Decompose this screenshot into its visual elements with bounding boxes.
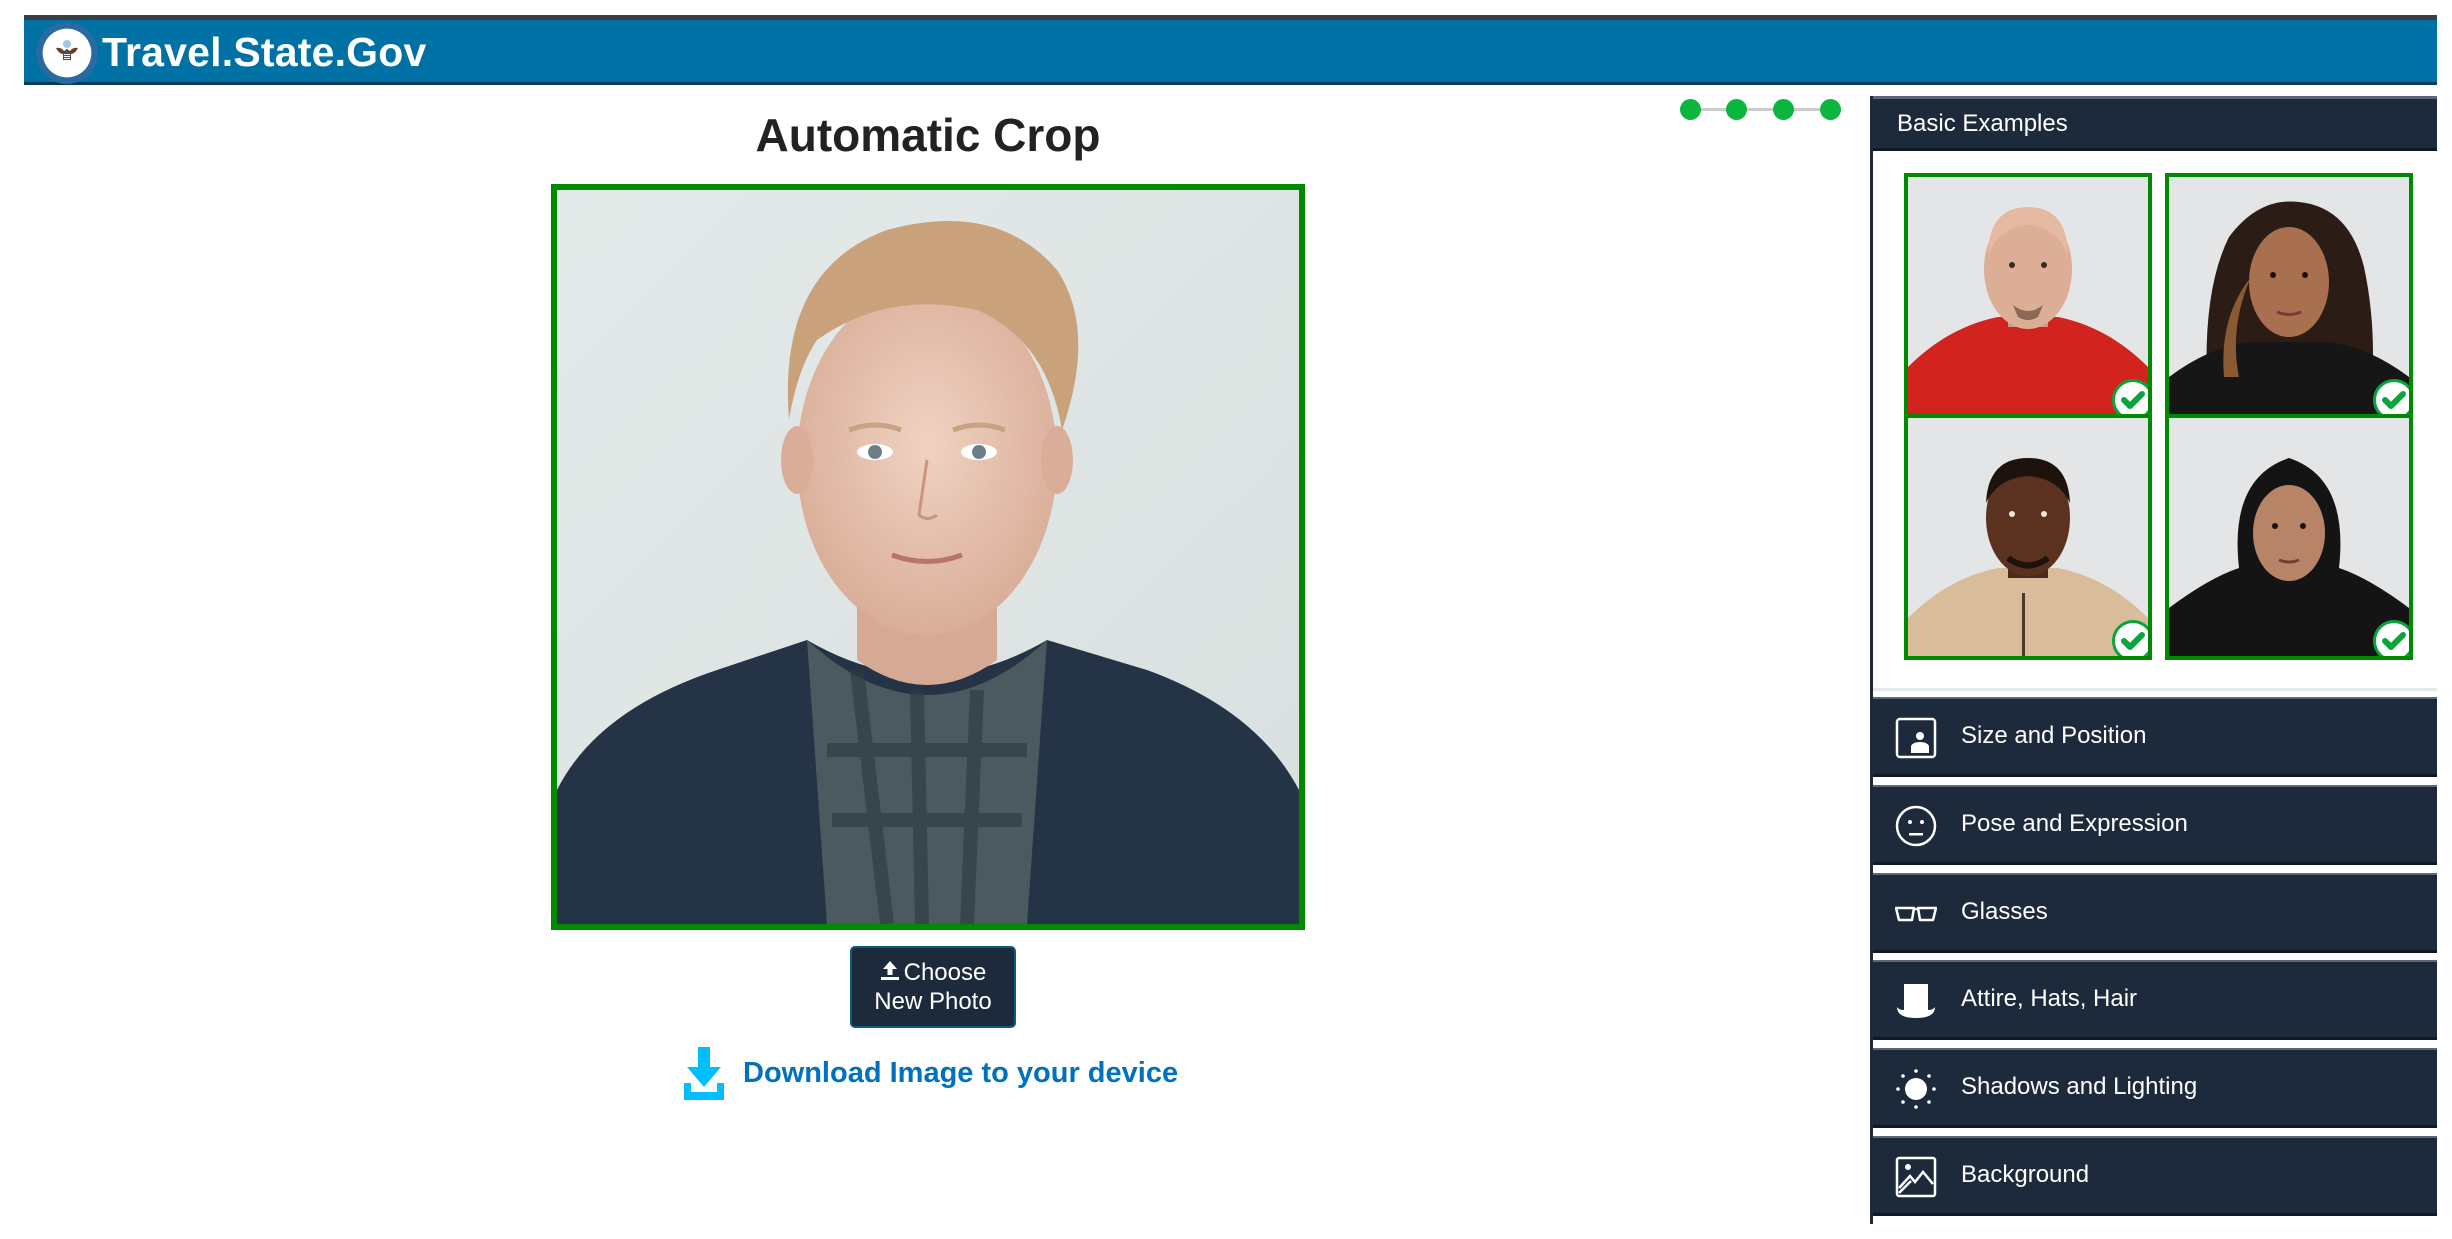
example-image (1908, 418, 2148, 656)
eagle-icon (56, 40, 78, 60)
example-image (2169, 418, 2409, 656)
guidance-panel: Basic Examples Size and Position Pose an… (1870, 96, 2437, 1224)
check-circle-icon (2373, 379, 2409, 415)
cropped-photo (551, 184, 1305, 930)
progress-step-3 (1773, 99, 1794, 120)
glasses-icon (1895, 906, 1937, 922)
panel-divider (1873, 688, 2437, 691)
page-title: Automatic Crop (755, 109, 1101, 161)
example-photo-4[interactable] (2165, 414, 2413, 660)
section-glasses[interactable]: Glasses (1873, 873, 2437, 953)
example-photo-3[interactable] (1904, 414, 2152, 660)
section-label: Glasses (1961, 898, 2048, 925)
section-size-and-position[interactable]: Size and Position (1873, 697, 2437, 777)
download-icon (684, 1047, 724, 1100)
portrait-image (557, 190, 1299, 924)
section-pose-and-expression[interactable]: Pose and Expression (1873, 785, 2437, 865)
example-photo-1[interactable] (1904, 173, 2152, 419)
check-circle-icon (2112, 620, 2148, 656)
department-of-state-seal-icon[interactable] (36, 22, 98, 84)
portrait-frame-icon (1895, 717, 1937, 759)
basic-examples-header[interactable]: Basic Examples (1873, 96, 2437, 151)
section-label: Pose and Expression (1961, 810, 2188, 837)
section-shadows-and-lighting[interactable]: Shadows and Lighting (1873, 1048, 2437, 1128)
site-header: Travel.State.Gov (24, 15, 2437, 85)
progress-line (1690, 108, 1830, 111)
section-attire-hats-hair[interactable]: Attire, Hats, Hair (1873, 960, 2437, 1040)
site-title[interactable]: Travel.State.Gov (102, 24, 427, 80)
section-label: Attire, Hats, Hair (1961, 985, 2138, 1012)
section-label: Shadows and Lighting (1961, 1073, 2198, 1100)
image-icon (1895, 1156, 1937, 1198)
neutral-face-icon (1895, 805, 1937, 847)
choose-button-line1: Choose (903, 959, 987, 986)
section-background[interactable]: Background (1873, 1136, 2437, 1216)
progress-steps (1678, 98, 1844, 122)
section-label: Size and Position (1961, 722, 2147, 749)
download-image-link[interactable]: Download Image to your device (683, 1045, 1178, 1101)
choose-new-photo-button[interactable]: Choose New Photo (850, 946, 1016, 1028)
choose-button-line2: New Photo (874, 988, 992, 1015)
progress-step-4 (1820, 99, 1841, 120)
sun-icon (1896, 1069, 1936, 1109)
top-hat-icon (1897, 984, 1935, 1018)
download-link-label: Download Image to your device (743, 1056, 1179, 1089)
check-circle-icon (2112, 379, 2148, 415)
example-image (1908, 177, 2148, 415)
example-image (2169, 177, 2409, 415)
progress-step-1 (1680, 99, 1701, 120)
upload-icon (880, 961, 899, 980)
progress-step-2 (1726, 99, 1747, 120)
section-label: Background (1961, 1161, 2090, 1188)
check-circle-icon (2373, 620, 2409, 656)
examples-grid (1904, 173, 2414, 667)
example-photo-2[interactable] (2165, 173, 2413, 419)
